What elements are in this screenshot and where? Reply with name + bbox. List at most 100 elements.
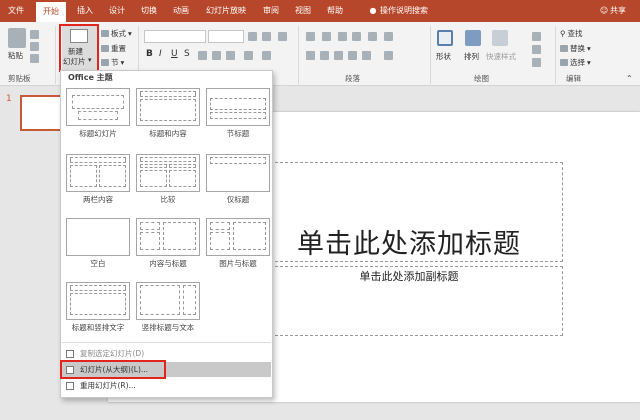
layout-label: 标题和内容 bbox=[149, 129, 187, 138]
shrink-font-icon[interactable] bbox=[262, 32, 271, 41]
section-label: 节 bbox=[111, 58, 119, 67]
numbering-icon[interactable] bbox=[322, 32, 331, 41]
duplicate-icon bbox=[66, 349, 74, 358]
group-label-clipboard: 剪贴板 bbox=[8, 74, 31, 83]
shadow-icon[interactable]: S bbox=[184, 49, 190, 59]
layout-placeholder bbox=[210, 222, 230, 230]
layout-placeholder bbox=[210, 232, 230, 250]
strikethrough-icon[interactable] bbox=[198, 51, 207, 60]
layout-label: 图片与标题 bbox=[219, 259, 257, 268]
tell-me-search[interactable]: 操作说明搜索 bbox=[380, 0, 436, 22]
collapse-ribbon-icon[interactable]: ⌃ bbox=[626, 74, 633, 83]
select-icon bbox=[560, 59, 568, 66]
lightbulb-icon: ● bbox=[369, 6, 377, 15]
smartart-icon[interactable] bbox=[384, 51, 393, 60]
layout-placeholder bbox=[140, 232, 160, 250]
layout-placeholder bbox=[140, 157, 196, 162]
change-case-icon[interactable] bbox=[226, 51, 235, 60]
reset-button[interactable]: 重置 bbox=[101, 43, 126, 54]
share-button[interactable]: 共享 bbox=[610, 0, 636, 22]
layout-placeholder bbox=[140, 285, 180, 315]
tab-insert[interactable]: 插入 bbox=[72, 0, 98, 22]
tab-file[interactable]: 文件 bbox=[2, 0, 30, 22]
tab-help[interactable]: 帮助 bbox=[322, 0, 348, 22]
divider bbox=[62, 342, 271, 343]
reset-label: 重置 bbox=[111, 44, 126, 53]
tab-design[interactable]: 设计 bbox=[104, 0, 130, 22]
char-spacing-icon[interactable] bbox=[212, 51, 221, 60]
cut-icon[interactable] bbox=[30, 30, 39, 39]
layout-placeholder bbox=[210, 98, 266, 110]
layout-label: 空白 bbox=[90, 259, 106, 268]
text-direction-icon[interactable] bbox=[384, 32, 393, 41]
tab-view[interactable]: 视图 bbox=[290, 0, 316, 22]
format-painter-icon[interactable] bbox=[30, 54, 39, 63]
layout-placeholder bbox=[140, 91, 196, 97]
tab-animations[interactable]: 动画 bbox=[168, 0, 194, 22]
font-color-icon[interactable] bbox=[262, 51, 271, 60]
decrease-indent-icon[interactable] bbox=[338, 32, 347, 41]
layout-icon bbox=[101, 30, 109, 37]
highlight-box-outline bbox=[60, 360, 166, 379]
align-left-icon[interactable] bbox=[306, 51, 315, 60]
copy-icon[interactable] bbox=[30, 42, 39, 51]
highlight-color-icon[interactable] bbox=[244, 51, 253, 60]
layout-label: 两栏内容 bbox=[83, 195, 113, 204]
quick-styles-button[interactable]: 快速样式 bbox=[486, 51, 516, 62]
shape-fill-icon[interactable] bbox=[532, 32, 541, 41]
layout-placeholder bbox=[210, 112, 266, 119]
justify-icon[interactable] bbox=[348, 51, 357, 60]
font-family-combo[interactable] bbox=[144, 30, 206, 43]
layout-placeholder bbox=[140, 99, 196, 121]
layout-label: 标题和竖排文字 bbox=[71, 323, 125, 332]
chevron-down-icon: ▾ bbox=[587, 58, 591, 67]
tab-transitions[interactable]: 切换 bbox=[136, 0, 162, 22]
arrange-button[interactable]: 排列 bbox=[464, 51, 479, 62]
divider bbox=[55, 26, 56, 84]
align-right-icon[interactable] bbox=[334, 51, 343, 60]
menu-header: Office 主题 bbox=[68, 73, 113, 82]
menu-item-duplicate-slide[interactable]: 复制选定幻灯片(D) bbox=[62, 346, 271, 361]
shape-effects-icon[interactable] bbox=[532, 58, 541, 67]
select-label: 选择 bbox=[570, 58, 585, 67]
line-spacing-icon[interactable] bbox=[368, 32, 377, 41]
layout-placeholder bbox=[169, 164, 196, 168]
divider bbox=[298, 26, 299, 84]
tab-slideshow[interactable]: 幻灯片放映 bbox=[200, 0, 252, 22]
columns-icon[interactable] bbox=[362, 51, 371, 60]
layout-label: 仅标题 bbox=[226, 195, 250, 204]
shape-outline-icon[interactable] bbox=[532, 45, 541, 54]
layout-button[interactable]: 板式 ▾ bbox=[101, 28, 132, 39]
layout-label: 比较 bbox=[160, 195, 176, 204]
select-button[interactable]: 选择 ▾ bbox=[560, 57, 591, 68]
layout-placeholder bbox=[140, 222, 160, 230]
replace-button[interactable]: 替换 ▾ bbox=[560, 43, 591, 54]
group-label-paragraph: 段落 bbox=[345, 74, 360, 83]
grow-font-icon[interactable] bbox=[248, 32, 257, 41]
align-center-icon[interactable] bbox=[320, 51, 329, 60]
layout-placeholder bbox=[99, 165, 126, 187]
paste-button[interactable]: 粘贴 bbox=[8, 50, 23, 61]
bullets-icon[interactable] bbox=[306, 32, 315, 41]
font-size-combo[interactable] bbox=[208, 30, 244, 43]
reuse-icon bbox=[66, 381, 74, 390]
section-button[interactable]: 节 ▾ bbox=[101, 57, 124, 68]
bold-icon[interactable]: B bbox=[146, 49, 153, 59]
shapes-button[interactable]: 形状 bbox=[436, 51, 451, 62]
layout-blank[interactable] bbox=[66, 218, 130, 256]
highlight-box-new-slide bbox=[59, 24, 99, 72]
chevron-down-icon: ▾ bbox=[128, 29, 132, 38]
layout-placeholder bbox=[169, 170, 196, 187]
underline-icon[interactable]: U bbox=[171, 49, 178, 59]
tab-review[interactable]: 审阅 bbox=[258, 0, 284, 22]
clear-format-icon[interactable] bbox=[278, 32, 287, 41]
find-button[interactable]: ⚲ 查找 bbox=[560, 28, 583, 39]
tab-home[interactable]: 开始 bbox=[36, 2, 66, 22]
italic-icon[interactable]: I bbox=[159, 49, 162, 59]
layout-placeholder bbox=[72, 95, 124, 109]
menu-item-reuse-slides[interactable]: 重用幻灯片(R)... bbox=[62, 378, 271, 393]
increase-indent-icon[interactable] bbox=[352, 32, 361, 41]
layout-label: 标题幻灯片 bbox=[79, 129, 117, 138]
layout-placeholder bbox=[70, 165, 97, 187]
replace-label: 替换 bbox=[570, 44, 585, 53]
